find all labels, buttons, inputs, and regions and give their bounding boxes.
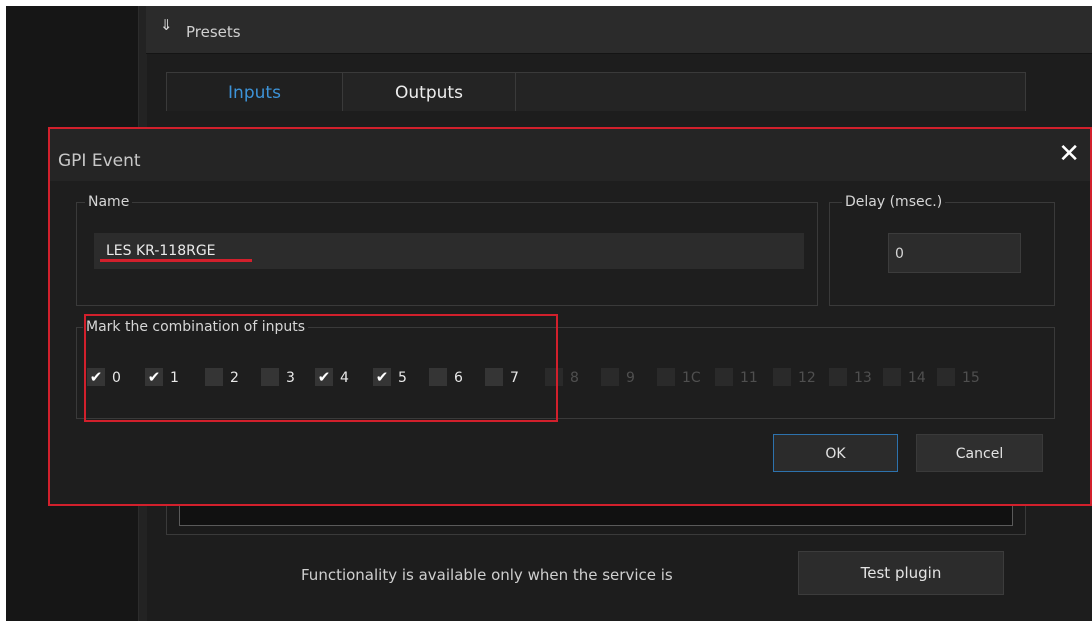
checkbox-box [715, 368, 733, 386]
ok-button[interactable]: OK [773, 434, 898, 472]
name-group: Name LES KR-118RGE [76, 193, 818, 306]
checkbox-label: 13 [854, 370, 872, 386]
cancel-button[interactable]: Cancel [916, 434, 1043, 472]
delay-field[interactable]: 0 [888, 233, 1021, 273]
checkbox-label: 12 [798, 370, 816, 386]
checkbox-box [883, 368, 901, 386]
checkbox-label: 15 [962, 370, 980, 386]
checkbox-label: 1C [682, 370, 701, 386]
name-legend: Name [85, 193, 133, 211]
checkbox-box [829, 368, 847, 386]
checkbox-label: 11 [740, 370, 758, 386]
delay-legend: Delay (msec.) [842, 193, 946, 211]
close-icon[interactable]: ✕ [1058, 141, 1080, 167]
test-plugin-button[interactable]: Test plugin [798, 551, 1004, 595]
name-underline-annotation [100, 259, 252, 262]
checkbox-label: 14 [908, 370, 926, 386]
dialog-title: GPI Event [58, 151, 141, 171]
checkbox-box [937, 368, 955, 386]
combination-highlight-annotation [84, 314, 558, 422]
app-window: ⇓ Presets Inputs Outputs Functionality i… [6, 6, 1092, 621]
double-chevron-down-icon[interactable]: ⇓ [160, 16, 173, 34]
checkbox-box [773, 368, 791, 386]
gpi-event-dialog: GPI Event ✕ Name LES KR-118RGE Delay (ms… [48, 127, 1092, 506]
dialog-title-bar: GPI Event ✕ [50, 129, 1090, 181]
presets-header[interactable]: ⇓ Presets [146, 6, 1092, 54]
delay-group: Delay (msec.) 0 [829, 193, 1055, 306]
checkbox-box [657, 368, 675, 386]
tab-outputs[interactable]: Outputs [343, 73, 516, 111]
checkbox-box [601, 368, 619, 386]
name-field[interactable]: LES KR-118RGE [94, 233, 804, 269]
checkbox-label: 9 [626, 370, 635, 386]
checkbox-label: 8 [570, 370, 579, 386]
tab-bar: Inputs Outputs [166, 72, 1026, 111]
functionality-note: Functionality is available only when the… [301, 566, 673, 584]
presets-label: Presets [186, 23, 241, 41]
tab-inputs[interactable]: Inputs [167, 73, 343, 111]
